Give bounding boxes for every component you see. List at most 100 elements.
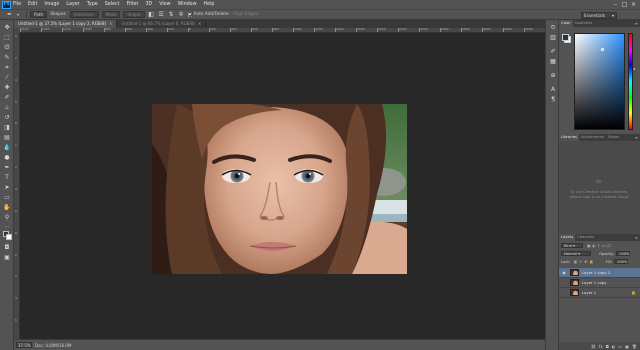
brush-presets-icon[interactable]: ▦ — [549, 58, 557, 66]
chevron-down-icon[interactable]: ▾ — [16, 11, 20, 18]
layer-row[interactable]: Layer 1 copy — [559, 278, 640, 288]
foreground-color-chip[interactable] — [562, 34, 569, 41]
mask-button[interactable]: Mask — [101, 11, 121, 18]
menu-filter[interactable]: Filter — [127, 2, 139, 7]
close-icon[interactable]: × — [109, 21, 112, 26]
menu-file[interactable]: File — [13, 2, 21, 7]
tab-channels[interactable]: Channels — [575, 234, 596, 241]
panel-menu-icon[interactable]: ≡ — [635, 134, 638, 141]
layer-name[interactable]: Layer 1 copy — [582, 280, 606, 285]
fill-field[interactable]: 100% — [614, 259, 629, 264]
filter-icons[interactable]: ▣◐T▭⊡ — [587, 244, 613, 248]
layer-row[interactable]: Layer 1 🔒 — [559, 288, 640, 298]
history-panel-icon[interactable]: ⏲ — [549, 24, 557, 32]
path-arrangement-icon[interactable]: ⇅ — [168, 11, 175, 18]
link-layers-icon[interactable]: ⛓ — [591, 344, 596, 349]
doc-tab-active[interactable]: Untitled-1 @ 37.5% (Layer 1 copy 2, RGB/… — [14, 20, 118, 28]
dodge-tool-icon[interactable]: ● — [3, 154, 11, 162]
brush-tool-icon[interactable]: ✐ — [3, 94, 11, 102]
more-tools-icon[interactable]: ··· — [3, 223, 11, 231]
menu-edit[interactable]: Edit — [28, 2, 37, 7]
workspace-select[interactable]: Essentials ▾ — [581, 12, 617, 19]
path-select-icon[interactable]: ➤ — [3, 184, 11, 192]
auto-add-delete-checkbox[interactable] — [187, 12, 192, 17]
crop-tool-icon[interactable]: ⌗ — [3, 64, 11, 72]
panel-menu-icon[interactable]: ≡ — [635, 234, 638, 241]
new-group-icon[interactable]: ▭ — [618, 344, 622, 349]
layer-style-icon[interactable]: fx — [599, 344, 603, 349]
type-tool-icon[interactable]: T — [3, 174, 11, 182]
delete-layer-icon[interactable]: 🗑 — [632, 344, 637, 349]
shape-button[interactable]: Shape — [123, 11, 145, 18]
menu-window[interactable]: Window — [178, 2, 197, 7]
pen-tool-icon[interactable]: ✒ — [6, 11, 13, 18]
eraser-tool-icon[interactable]: ◨ — [3, 124, 11, 132]
minimize-icon[interactable]: – — [611, 1, 620, 8]
quick-mask-icon[interactable]: ◘ — [3, 244, 11, 252]
menu-help[interactable]: Help — [204, 2, 215, 7]
tab-styles[interactable]: Styles — [606, 134, 621, 141]
gradient-tool-icon[interactable]: ▤ — [3, 134, 11, 142]
layer-row[interactable]: ◉ Layer 1 copy 2 — [559, 268, 640, 278]
menu-3d[interactable]: 3D — [145, 2, 152, 7]
close-icon[interactable]: × — [629, 1, 638, 8]
path-mode-button[interactable]: Path — [30, 11, 48, 18]
new-layer-icon[interactable]: ▣ — [625, 344, 629, 349]
layer-name[interactable]: Layer 1 copy 2 — [582, 270, 610, 275]
lasso-tool-icon[interactable]: ᘎ — [3, 44, 11, 52]
canvas-area[interactable] — [20, 33, 545, 339]
color-picker-field[interactable] — [574, 33, 625, 130]
lock-icons[interactable]: ▦✐✥🔒 — [574, 260, 596, 264]
properties-panel-icon[interactable]: ▥ — [549, 34, 557, 42]
move-tool-icon[interactable]: ✥ — [3, 24, 11, 32]
menu-image[interactable]: Image — [44, 2, 59, 7]
blend-mode-select[interactable]: Normal ▾ — [561, 251, 591, 256]
tab-swatches[interactable]: Swatches — [573, 20, 595, 27]
hand-tool-icon[interactable]: ✋ — [3, 204, 11, 212]
portrait-photo[interactable] — [152, 104, 407, 274]
history-brush-icon[interactable]: ↺ — [3, 114, 11, 122]
add-mask-icon[interactable]: ◘ — [606, 344, 609, 349]
screen-mode-icon[interactable]: ▣ — [3, 254, 11, 262]
tab-layers[interactable]: Layers — [559, 234, 576, 241]
hue-slider[interactable] — [628, 33, 633, 130]
pen-tool-icon[interactable]: ✒ — [3, 164, 11, 172]
align-edges-label[interactable]: Align Edges — [233, 12, 258, 17]
eye-icon[interactable]: ◉ — [561, 270, 567, 275]
tab-color[interactable]: Color — [559, 20, 573, 27]
clone-source-icon[interactable]: ⊕ — [549, 72, 557, 80]
adjustment-layer-icon[interactable]: ◐ — [612, 344, 616, 349]
selection-button[interactable]: Selection: — [69, 11, 99, 18]
menu-layer[interactable]: Layer — [66, 2, 79, 7]
rectangle-tool-icon[interactable]: ▭ — [3, 194, 11, 202]
background-color-swatch[interactable] — [6, 234, 12, 240]
opacity-field[interactable]: 100% — [616, 251, 631, 256]
close-icon[interactable]: × — [198, 21, 201, 26]
marquee-tool-icon[interactable]: ⬚ — [3, 34, 11, 42]
character-panel-icon[interactable]: A — [549, 86, 557, 94]
kind-filter-select[interactable]: Kind ▾ — [561, 243, 583, 248]
panel-menu-icon[interactable]: ≡ — [635, 20, 638, 27]
paragraph-panel-icon[interactable]: ¶ — [549, 96, 557, 104]
path-alignment-icon[interactable]: ☰ — [158, 11, 165, 18]
menu-view[interactable]: View — [159, 2, 170, 7]
tab-libraries[interactable]: Libraries — [559, 134, 579, 141]
path-operations-icon[interactable]: ◧ — [148, 11, 155, 18]
clone-stamp-icon[interactable]: ⊥ — [3, 104, 11, 112]
tab-adjustments[interactable]: Adjustments — [579, 134, 606, 141]
hue-slider-handle[interactable] — [633, 68, 635, 70]
zoom-level-field[interactable]: 37.5% — [16, 342, 32, 348]
quick-select-icon[interactable]: ✎ — [3, 54, 11, 62]
doc-tab-inactive[interactable]: Untitled-1 @ 66.7% (Layer 0, RGB/8) × — [117, 20, 207, 28]
gear-icon[interactable]: ✲ — [178, 11, 185, 18]
layer-name[interactable]: Layer 1 — [582, 290, 596, 295]
zoom-tool-icon[interactable]: ⚲ — [3, 214, 11, 222]
color-picker-marker[interactable] — [601, 48, 604, 51]
blur-tool-icon[interactable]: 💧 — [3, 144, 11, 152]
menu-type[interactable]: Type — [87, 2, 98, 7]
brush-panel-icon[interactable]: ✐ — [549, 48, 557, 56]
menu-select[interactable]: Select — [105, 2, 120, 7]
healing-brush-icon[interactable]: ✚ — [3, 84, 11, 92]
eyedropper-icon[interactable]: ⁄ — [3, 74, 11, 82]
maximize-icon[interactable]: □ — [620, 1, 629, 8]
